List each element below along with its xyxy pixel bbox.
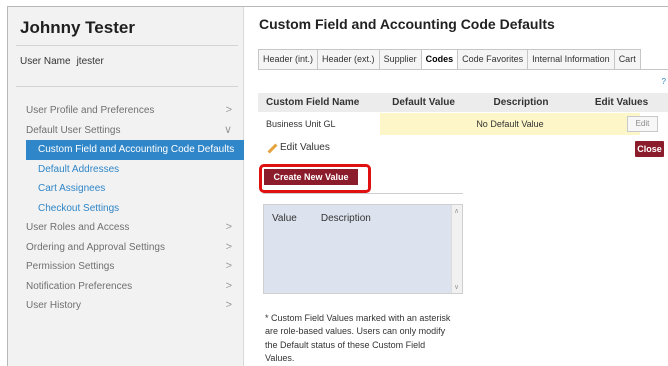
user-display-name: Johnny Tester: [20, 18, 135, 37]
edit-values-heading: Edit Values: [266, 142, 330, 153]
tab-supplier[interactable]: Supplier: [378, 49, 422, 70]
sidebar-divider: [16, 45, 238, 46]
values-list-header: Value Description: [272, 213, 371, 224]
sidebar-item-checkout-settings[interactable]: Checkout Settings: [8, 199, 244, 219]
tab-header-ext[interactable]: Header (ext.): [317, 49, 380, 70]
sidebar-item-label: Checkout Settings: [38, 202, 120, 214]
main-panel: Custom Field and Accounting Code Default…: [244, 7, 668, 366]
user-name-label: User Name: [20, 56, 71, 67]
chevron-right-icon: >: [225, 260, 232, 272]
tab-bar: Header (int.) Header (ext.) Supplier Cod…: [258, 49, 641, 70]
sidebar-item-default-addresses[interactable]: Default Addresses: [8, 160, 244, 180]
column-header-default-value: Default Value: [392, 97, 455, 108]
list-header-value: Value: [272, 213, 297, 224]
tab-codes[interactable]: Codes: [420, 49, 459, 70]
chevron-down-icon: ∨: [223, 123, 232, 136]
table-header: Custom Field Name Default Value Descript…: [258, 93, 668, 112]
default-value-cell: No Default Value: [380, 113, 640, 135]
page-title: Custom Field and Accounting Code Default…: [259, 16, 555, 32]
scroll-down-icon[interactable]: ∨: [454, 283, 459, 291]
tabs-divider: [258, 69, 668, 70]
user-name-line: User Name jtester: [20, 56, 104, 67]
tab-header-int[interactable]: Header (int.): [258, 49, 319, 70]
edit-values-label: Edit Values: [280, 142, 330, 153]
sidebar-item-label: Notification Preferences: [26, 280, 133, 292]
sidebar-item-cart-assignees[interactable]: Cart Assignees: [8, 179, 244, 199]
list-divider: [263, 193, 463, 194]
list-header-description: Description: [320, 213, 371, 224]
sidebar-item-label: User History: [26, 300, 82, 311]
role-based-values-note: * Custom Field Values marked with an ast…: [265, 313, 451, 364]
sidebar-item-label: Custom Field and Accounting Code Default…: [38, 144, 235, 155]
tab-cart[interactable]: Cart: [613, 49, 641, 70]
sidebar-item-label: Permission Settings: [26, 261, 115, 272]
pencil-icon: [266, 143, 276, 153]
list-scrollbar[interactable]: ∧ ∨: [451, 205, 462, 293]
help-icon[interactable]: ?: [662, 77, 666, 86]
user-name-value: jtester: [76, 56, 104, 67]
sidebar-item-label: User Profile and Preferences: [26, 105, 155, 116]
sidebar: Johnny Tester User Name jtester User Prof…: [8, 7, 244, 366]
chevron-right-icon: >: [225, 299, 232, 311]
chevron-right-icon: >: [225, 279, 232, 292]
chevron-right-icon: >: [225, 221, 232, 233]
column-header-edit-values: Edit Values: [594, 97, 649, 108]
sidebar-item-permission-settings[interactable]: Permission Settings >: [8, 257, 244, 277]
edit-button[interactable]: Edit: [627, 116, 658, 132]
chevron-right-icon: >: [225, 104, 232, 116]
sidebar-item-ordering-approval[interactable]: Ordering and Approval Settings >: [8, 238, 244, 258]
column-header-custom-field-name: Custom Field Name: [266, 97, 360, 108]
sidebar-nav: User Profile and Preferences > Default U…: [8, 101, 244, 316]
scroll-up-icon[interactable]: ∧: [454, 207, 459, 215]
sidebar-divider: [16, 86, 238, 87]
sidebar-item-custom-field-defaults[interactable]: Custom Field and Accounting Code Default…: [26, 140, 244, 160]
sidebar-item-default-user-settings[interactable]: Default User Settings ∨: [8, 121, 244, 141]
sidebar-item-label: User Roles and Access: [26, 222, 130, 233]
sidebar-item-notification-preferences[interactable]: Notification Preferences >: [8, 277, 244, 297]
chevron-right-icon: >: [225, 240, 232, 253]
tab-internal-information[interactable]: Internal Information: [527, 49, 615, 70]
custom-field-name-cell: Business Unit GL: [258, 113, 380, 135]
table-row[interactable]: Business Unit GL No Default Value Edit: [258, 113, 668, 135]
values-list[interactable]: Value Description ∧ ∨: [263, 204, 463, 294]
sidebar-item-user-profile[interactable]: User Profile and Preferences >: [8, 101, 244, 121]
sidebar-item-user-roles[interactable]: User Roles and Access >: [8, 218, 244, 238]
sidebar-item-user-history[interactable]: User History >: [8, 296, 244, 316]
tab-code-favorites[interactable]: Code Favorites: [457, 49, 529, 70]
sidebar-item-label: Default User Settings: [26, 124, 121, 136]
column-header-description: Description: [493, 97, 549, 108]
create-new-value-button[interactable]: Create New Value: [264, 169, 358, 185]
close-button[interactable]: Close: [635, 141, 664, 157]
sidebar-item-label: Ordering and Approval Settings: [26, 241, 165, 253]
sidebar-item-label: Default Addresses: [38, 163, 120, 175]
sidebar-item-label: Cart Assignees: [38, 183, 106, 194]
